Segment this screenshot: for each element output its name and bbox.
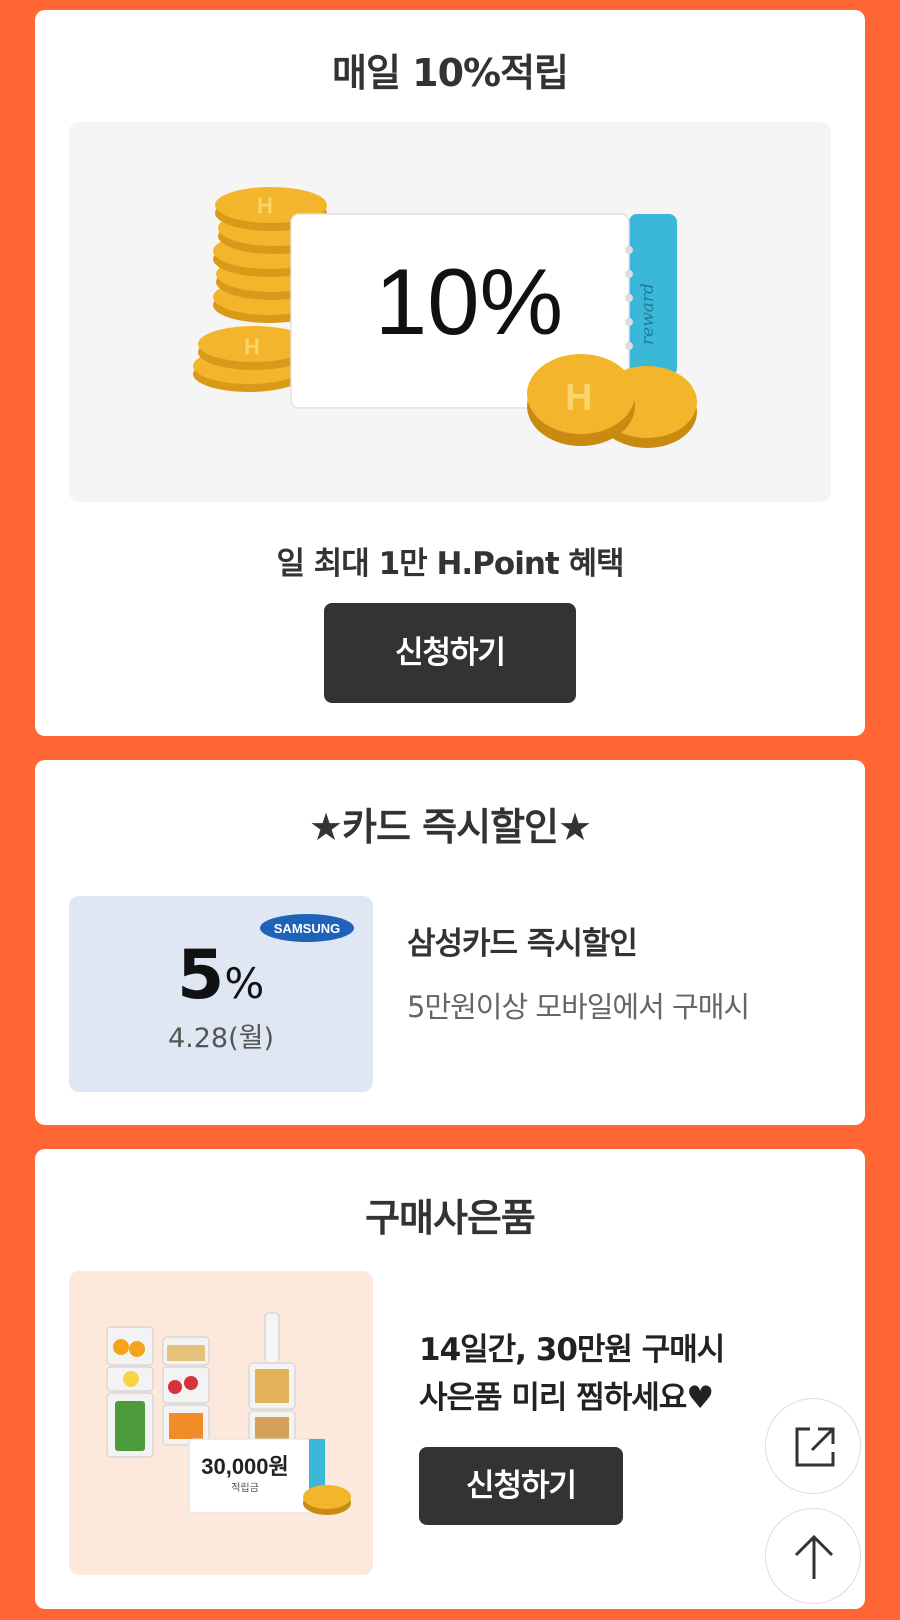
reward-subline: 일 최대 1만 H.Point 혜택: [276, 546, 624, 582]
arrow-up-icon: [794, 1534, 834, 1579]
share-icon: [795, 1427, 835, 1467]
ticket-percent: 10%: [375, 249, 563, 354]
gift-line-1: 14일간, 30만원 구매시: [419, 1332, 725, 1368]
gift-image: 30,000원 적립금: [69, 1271, 373, 1575]
gift-apply-button[interactable]: 신청하기: [419, 1447, 623, 1525]
voucher-amount: 30,000원: [201, 1454, 289, 1479]
discount-description: 5만원이상 모바일에서 구매시: [407, 990, 750, 1024]
coin-ticket-illustration: H H reward 10% H: [193, 187, 697, 448]
card-discount-title: ★카드 즉시할인★: [308, 805, 592, 849]
daily-reward-card: 매일 10%적립 H H reward 10% H 일 최대 1만 H.Poin…: [35, 10, 865, 736]
svg-text:SAMSUNG: SAMSUNG: [274, 921, 340, 936]
voucher-caption: 적립금: [231, 1481, 259, 1494]
scroll-top-button[interactable]: [765, 1508, 861, 1604]
apply-button[interactable]: 신청하기: [324, 603, 576, 703]
container-stack-left: [106, 1326, 154, 1458]
daily-reward-title: 매일 10%적립: [331, 51, 569, 95]
card-discount-card: ★카드 즉시할인★ SAMSUNG 5% 4.28(월) 삼성카드 즉시할인 5…: [35, 760, 865, 1125]
container-stack-middle: [162, 1336, 210, 1446]
discount-number: 5: [177, 936, 225, 1015]
reward-hero-image: H H reward 10% H: [69, 122, 831, 502]
discount-date: 4.28(월): [167, 1023, 275, 1054]
discount-symbol: %: [224, 959, 265, 1008]
svg-text:H: H: [565, 377, 592, 419]
containers-illustration: 30,000원 적립금: [106, 1312, 351, 1515]
discount-percent: 5%: [177, 936, 264, 1015]
gift-line-2: 사은품 미리 찜하세요♥: [419, 1380, 714, 1416]
gift-title: 구매사은품: [365, 1196, 536, 1240]
share-button[interactable]: [765, 1398, 861, 1494]
svg-text:H: H: [257, 193, 273, 218]
svg-text:H: H: [244, 334, 260, 359]
gift-card: 구매사은품 30,000원 적립금 14일간, 30만원 구매시 사은품 미리 …: [35, 1149, 865, 1609]
ticket-stub-text: reward: [638, 283, 658, 345]
container-stack-right: [248, 1312, 296, 1448]
discount-heading: 삼성카드 즉시할인: [407, 926, 638, 962]
samsung-logo: SAMSUNG: [260, 914, 354, 942]
samsung-discount-tile[interactable]: SAMSUNG 5% 4.28(월): [69, 896, 373, 1092]
